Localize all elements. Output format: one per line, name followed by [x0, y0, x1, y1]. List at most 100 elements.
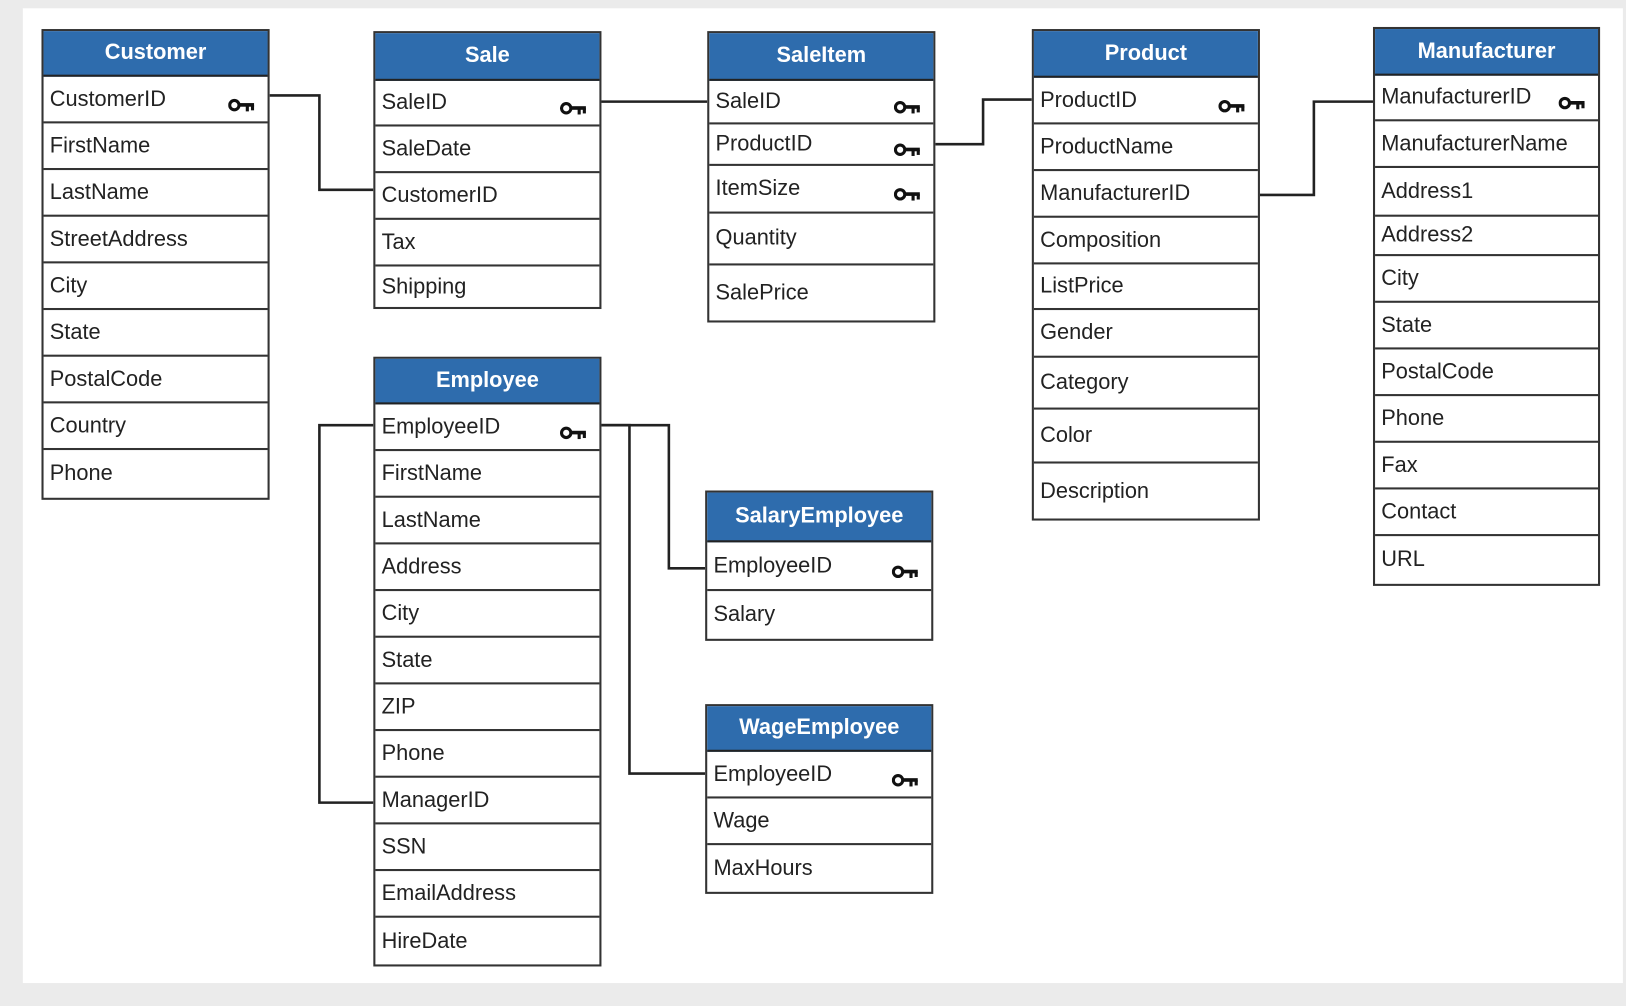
field-row[interactable]: LastName	[375, 498, 600, 545]
field-row[interactable]: SaleID	[709, 81, 934, 125]
field-row[interactable]: URL	[1375, 536, 1598, 584]
table-product[interactable]: Product ProductID ProductName ManufacturerI…	[1031, 29, 1260, 521]
field-row[interactable]: EmailAddress	[375, 871, 600, 918]
diagram-canvas: Customer CustomerID FirstName LastName Stree…	[0, 0, 1626, 1006]
field-row[interactable]: EmployeeID	[707, 752, 932, 799]
field-row[interactable]: SaleID	[375, 81, 600, 127]
relationship-line	[601, 423, 706, 570]
field-name: ProductID	[1040, 87, 1137, 112]
field-row[interactable]: Fax	[1375, 443, 1599, 490]
field-name: Contact	[1381, 499, 1457, 524]
field-row[interactable]: LastName	[43, 170, 268, 217]
field-row[interactable]: SSN	[375, 824, 600, 872]
field-name: City	[381, 600, 420, 625]
field-row[interactable]: SaleDate	[375, 127, 600, 174]
field-row[interactable]: Salary	[707, 591, 931, 639]
field-row[interactable]: SalePrice	[709, 265, 933, 320]
field-name: ManagerID	[381, 787, 490, 812]
table-sale[interactable]: Sale SaleID SaleDate CustomerID Tax Shipping	[373, 31, 602, 310]
table-wageemployee[interactable]: WageEmployee EmployeeID Wage MaxHours	[705, 704, 934, 894]
relationship-line	[935, 98, 1032, 146]
field-row[interactable]: ProductID	[1033, 78, 1258, 125]
field-row[interactable]: Country	[43, 403, 268, 451]
field-row[interactable]: ZIP	[375, 684, 600, 732]
field-row[interactable]: Phone	[375, 731, 600, 778]
field-row[interactable]: Category	[1033, 358, 1258, 410]
field-row[interactable]: HireDate	[375, 918, 599, 965]
field-row[interactable]: ProductName	[1033, 124, 1258, 172]
field-row[interactable]: City	[1375, 256, 1599, 303]
field-row[interactable]: Quantity	[709, 214, 934, 266]
field-row[interactable]: CustomerID	[375, 173, 600, 220]
field-name: CustomerID	[49, 86, 166, 111]
field-row[interactable]: StreetAddress	[43, 217, 268, 264]
field-name: Tax	[381, 229, 416, 254]
field-name: SaleDate	[381, 136, 472, 161]
field-row[interactable]: Address2	[1375, 217, 1599, 257]
field-name: EmailAddress	[381, 880, 516, 905]
field-row[interactable]: MaxHours	[707, 845, 931, 892]
field-row[interactable]: Wage	[707, 798, 932, 846]
field-row[interactable]: City	[375, 591, 600, 638]
field-row[interactable]: Description	[1034, 464, 1258, 519]
field-row[interactable]: ProductID	[709, 124, 934, 166]
field-name: Category	[1040, 370, 1129, 395]
field-row[interactable]: State	[375, 638, 600, 685]
field-row[interactable]: FirstName	[375, 451, 600, 498]
field-name: FirstName	[381, 460, 483, 485]
table-title: WageEmployee	[707, 706, 932, 752]
primary-key-icon	[893, 138, 921, 156]
field-name: ManufacturerID	[1381, 85, 1532, 109]
relationship-line	[601, 423, 706, 775]
field-row[interactable]: ItemSize	[709, 166, 934, 214]
field-name: Address	[381, 554, 462, 579]
field-row[interactable]: ManufacturerID	[1375, 76, 1599, 122]
field-name: State	[381, 647, 433, 672]
field-name: PostalCode	[49, 366, 163, 391]
relationship-line	[1259, 100, 1373, 197]
field-row[interactable]: City	[43, 263, 268, 311]
primary-key-icon	[228, 93, 255, 111]
field-row[interactable]: PostalCode	[43, 357, 268, 404]
field-row[interactable]: Tax	[375, 220, 600, 267]
field-name: City	[1381, 265, 1419, 290]
field-row[interactable]: FirstName	[43, 123, 268, 171]
field-name: SSN	[381, 834, 427, 859]
field-name: ManufacturerName	[1381, 131, 1568, 156]
field-name: Phone	[1381, 405, 1445, 430]
table-salaryemployee[interactable]: SalaryEmployee EmployeeID Salary	[705, 490, 934, 641]
field-row[interactable]: ManagerID	[375, 778, 600, 825]
table-title: Product	[1033, 31, 1258, 78]
field-row[interactable]: ListPrice	[1033, 264, 1258, 311]
field-row[interactable]: Address	[375, 544, 600, 592]
field-row[interactable]: CustomerID	[43, 77, 268, 124]
table-saleitem[interactable]: SaleItem SaleID ProductID ItemSize Quantity S…	[707, 31, 936, 323]
field-name: Salary	[713, 602, 776, 627]
field-row[interactable]: ManufacturerName	[1375, 121, 1599, 168]
primary-key-icon	[893, 96, 921, 114]
field-row[interactable]: Composition	[1033, 218, 1258, 265]
field-row[interactable]: Phone	[44, 450, 268, 498]
table-manufacturer[interactable]: Manufacturer ManufacturerID ManufacturerNa…	[1372, 26, 1601, 586]
relationship-line	[318, 423, 374, 804]
field-row[interactable]: EmployeeID	[707, 542, 932, 592]
field-row[interactable]: Color	[1033, 410, 1258, 464]
field-row[interactable]: EmployeeID	[375, 404, 600, 452]
table-title: SalaryEmployee	[707, 492, 932, 543]
primary-key-icon	[1558, 92, 1586, 110]
field-row[interactable]: Shipping	[375, 267, 599, 307]
field-row[interactable]: State	[43, 310, 268, 357]
field-row[interactable]: Gender	[1033, 310, 1258, 358]
field-row[interactable]: Contact	[1375, 489, 1599, 537]
field-row[interactable]: State	[1375, 303, 1599, 350]
field-row[interactable]: PostalCode	[1375, 349, 1599, 397]
field-name: Address1	[1381, 178, 1474, 203]
table-employee[interactable]: Employee EmployeeID FirstName LastName Addre…	[373, 356, 602, 967]
field-name: StreetAddress	[49, 226, 188, 251]
field-name: ZIP	[381, 694, 416, 719]
field-row[interactable]: Phone	[1375, 396, 1599, 443]
field-row[interactable]: Address1	[1375, 168, 1599, 217]
field-name: SaleID	[715, 89, 781, 114]
field-row[interactable]: ManufacturerID	[1033, 171, 1258, 218]
table-customer[interactable]: Customer CustomerID FirstName LastName Stree…	[41, 29, 270, 500]
